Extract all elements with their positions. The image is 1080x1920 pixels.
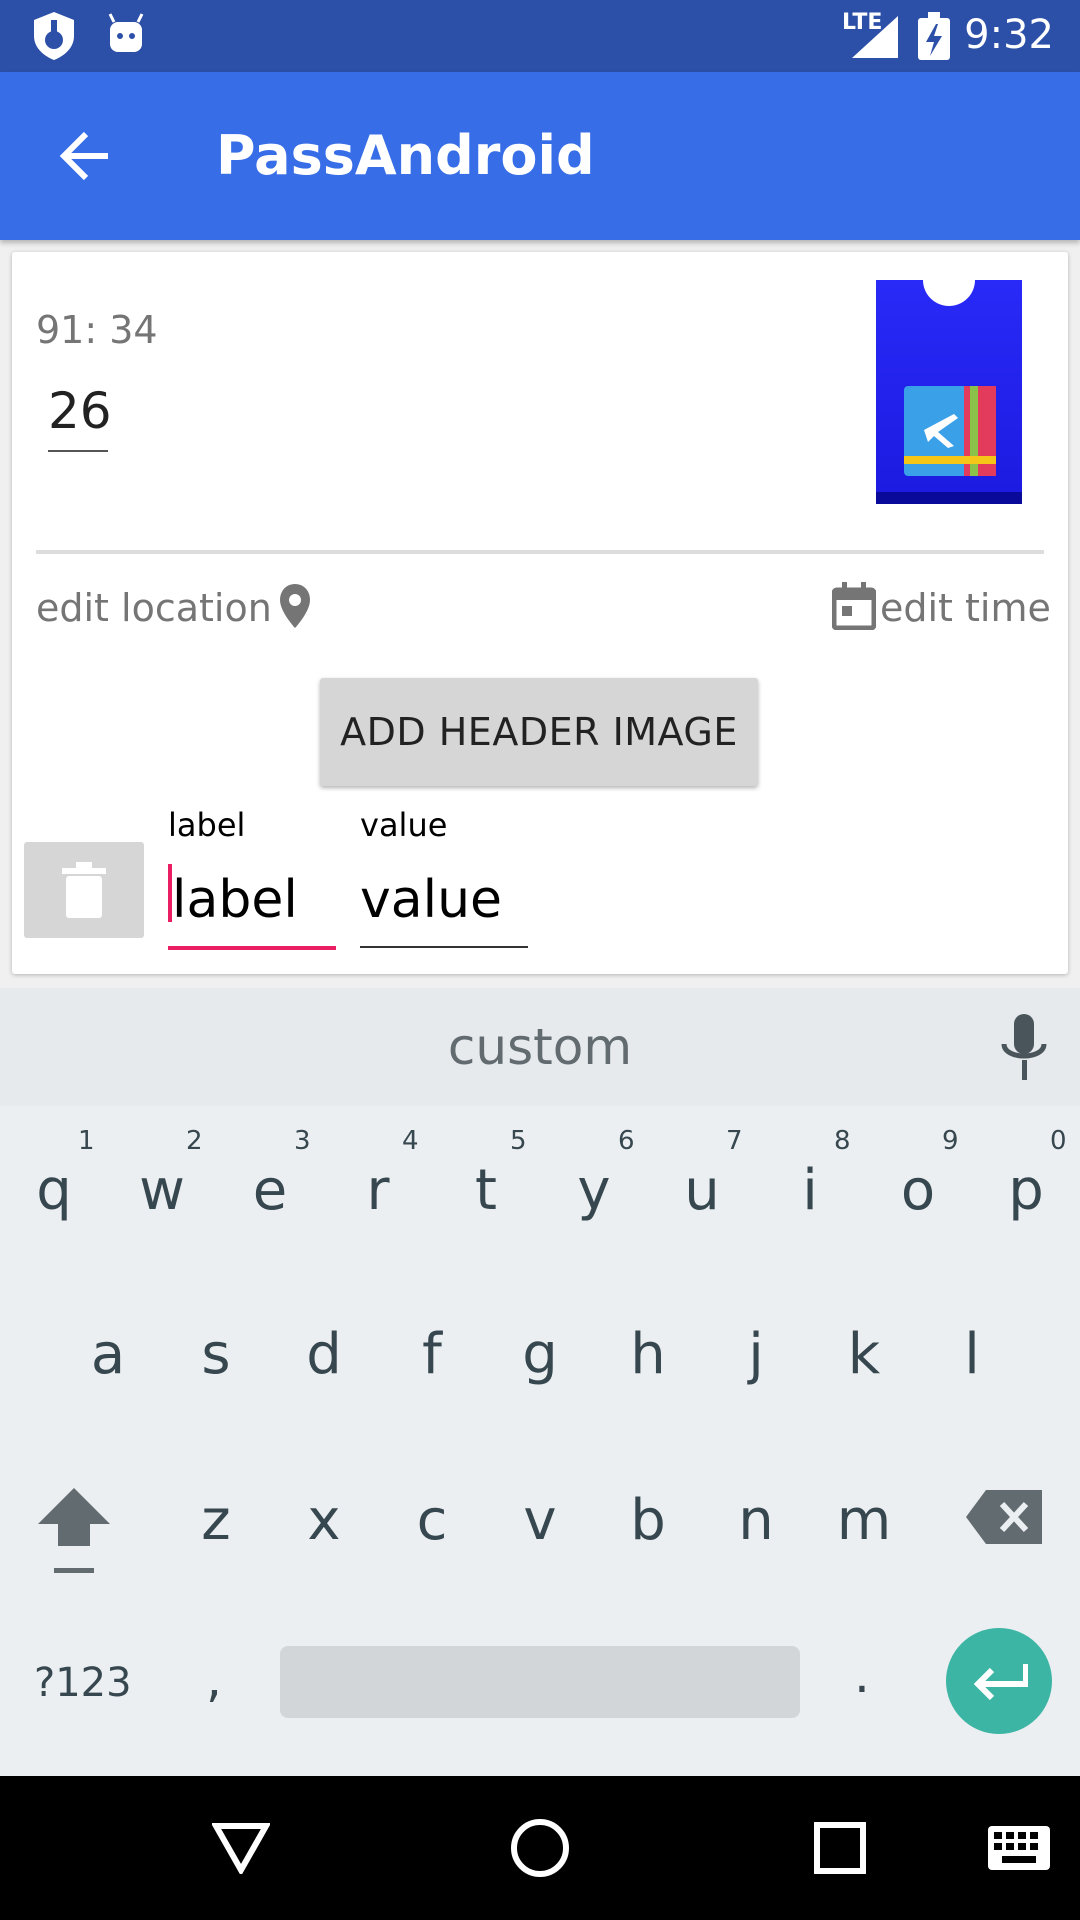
- key-t[interactable]: t: [446, 1158, 526, 1223]
- key-w[interactable]: w: [122, 1158, 202, 1223]
- status-time: 9:32: [964, 12, 1054, 58]
- calendar-icon[interactable]: [832, 582, 876, 630]
- key-v[interactable]: v: [500, 1488, 580, 1553]
- key-hint-1: 1: [78, 1126, 95, 1156]
- add-header-image-label: ADD HEADER IMAGE: [340, 710, 738, 754]
- key-s[interactable]: s: [176, 1322, 256, 1387]
- home-nav-icon[interactable]: [510, 1818, 570, 1878]
- field-label-input[interactable]: label: [172, 870, 298, 930]
- key-l[interactable]: l: [932, 1322, 1012, 1387]
- app-bar: PassAndroid: [0, 72, 1080, 240]
- add-header-image-button[interactable]: ADD HEADER IMAGE: [320, 678, 758, 786]
- shift-icon[interactable]: [38, 1488, 110, 1576]
- value-field-underline: [360, 946, 528, 948]
- backspace-icon[interactable]: [966, 1490, 1042, 1544]
- primary-value-input[interactable]: 26: [48, 382, 112, 440]
- key-q[interactable]: q: [14, 1158, 94, 1223]
- key-z[interactable]: z: [176, 1488, 256, 1553]
- key-y[interactable]: y: [554, 1158, 634, 1223]
- key-b[interactable]: b: [608, 1488, 688, 1553]
- key-hint-0: 0: [1050, 1126, 1067, 1156]
- android-icon: [108, 13, 144, 52]
- app-title: PassAndroid: [216, 124, 595, 187]
- key-d[interactable]: d: [284, 1322, 364, 1387]
- divider: [36, 550, 1044, 554]
- enter-arrow-icon: [973, 1664, 1028, 1700]
- key-h[interactable]: h: [608, 1322, 688, 1387]
- key-hint-9: 9: [942, 1126, 959, 1156]
- key-r[interactable]: r: [338, 1158, 418, 1223]
- key-hint-3: 3: [294, 1126, 311, 1156]
- signal-icon: [852, 16, 898, 58]
- key-hint-7: 7: [726, 1126, 743, 1156]
- key-j[interactable]: j: [716, 1322, 796, 1387]
- key-hint-5: 5: [510, 1126, 527, 1156]
- key-hint-8: 8: [834, 1126, 851, 1156]
- suggestion-word[interactable]: custom: [0, 1018, 1080, 1076]
- edit-location-link[interactable]: edit location: [36, 586, 272, 630]
- key-hint-2: 2: [186, 1126, 203, 1156]
- trash-icon: [62, 862, 106, 918]
- navigation-bar: [0, 1776, 1080, 1920]
- key-c[interactable]: c: [392, 1488, 472, 1553]
- space-bar[interactable]: [280, 1646, 800, 1718]
- key-f[interactable]: f: [392, 1322, 472, 1387]
- field-value-caption: value: [360, 806, 448, 844]
- key-n[interactable]: n: [716, 1488, 796, 1553]
- suggestion-strip: custom: [0, 988, 1080, 1106]
- status-bar: LTE 9:32: [0, 0, 1080, 72]
- key-e[interactable]: e: [230, 1158, 310, 1223]
- time-label: 91: 34: [36, 308, 158, 352]
- recents-nav-icon[interactable]: [814, 1822, 866, 1874]
- arrow-back-icon[interactable]: [58, 128, 114, 184]
- key-u[interactable]: u: [662, 1158, 742, 1223]
- key-o[interactable]: o: [878, 1158, 958, 1223]
- key-a[interactable]: a: [68, 1322, 148, 1387]
- delete-field-button[interactable]: [24, 842, 144, 938]
- location-pin-icon[interactable]: [278, 582, 312, 630]
- back-nav-icon[interactable]: [212, 1822, 270, 1874]
- label-underline-active: [168, 946, 336, 950]
- period-key[interactable]: .: [854, 1646, 870, 1704]
- value-underline: [48, 450, 108, 452]
- key-x[interactable]: x: [284, 1488, 364, 1553]
- battery-charging-icon: [918, 12, 950, 60]
- key-m[interactable]: m: [824, 1488, 904, 1553]
- comma-key[interactable]: ,: [206, 1650, 222, 1708]
- keyboard-switch-icon[interactable]: [988, 1826, 1050, 1870]
- pass-edit-card: 91: 34 26 edit location edit time ADD HE…: [12, 252, 1068, 974]
- field-label-caption: label: [168, 806, 246, 844]
- key-k[interactable]: k: [824, 1322, 904, 1387]
- key-hint-4: 4: [402, 1126, 419, 1156]
- key-p[interactable]: p: [986, 1158, 1066, 1223]
- key-g[interactable]: g: [500, 1322, 580, 1387]
- key-i[interactable]: i: [770, 1158, 850, 1223]
- key-hint-6: 6: [618, 1126, 635, 1156]
- edit-time-link[interactable]: edit time: [880, 586, 1051, 630]
- shield-icon: [34, 12, 74, 60]
- symbols-key[interactable]: ?123: [34, 1660, 132, 1706]
- microphone-icon[interactable]: [1000, 1014, 1048, 1082]
- pass-thumbnail[interactable]: [876, 280, 1022, 504]
- enter-key[interactable]: [946, 1628, 1052, 1734]
- field-value-input[interactable]: value: [360, 870, 502, 930]
